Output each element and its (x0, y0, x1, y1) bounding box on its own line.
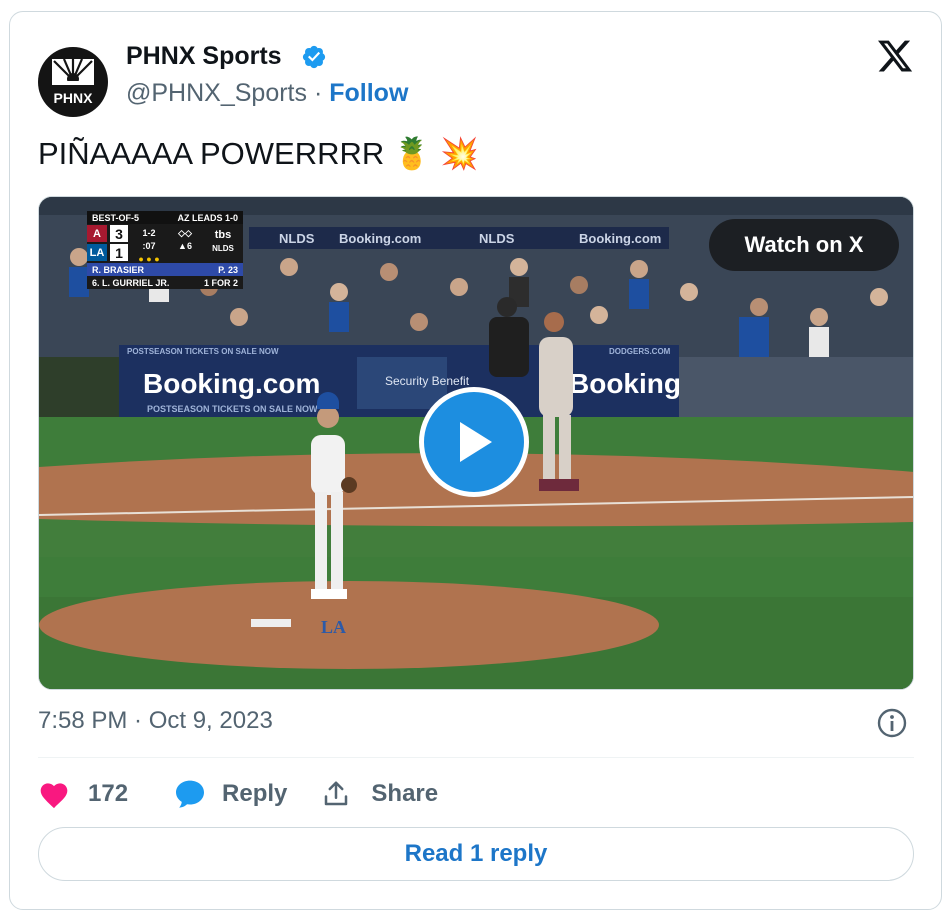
info-icon[interactable] (876, 707, 908, 739)
x-logo-icon[interactable] (876, 37, 914, 75)
reply-button[interactable]: Reply (174, 779, 287, 809)
away-score: 3 (110, 225, 128, 242)
scorebug-clock: :07 (142, 241, 156, 251)
play-icon (460, 422, 492, 462)
heart-icon (40, 783, 68, 809)
wall-ad: Booking.com (143, 368, 320, 399)
author-avatar[interactable]: PHNX (38, 47, 108, 117)
action-bar: 172 Reply Share (38, 774, 438, 814)
share-label: Share (371, 780, 439, 807)
scorebug-inning: ▲6 (178, 241, 192, 251)
scorebug-batter-stat: 1 FOR 2 (203, 277, 238, 288)
network-logo: tbs (214, 229, 232, 241)
scorebug-series: BEST-OF-5 (92, 212, 140, 223)
scorebug: BEST-OF-5 AZ LEADS 1-0 A 3 LA 1 1-2 :07 (87, 211, 243, 289)
divider (38, 757, 914, 758)
banner-top-4: Booking.com (579, 231, 661, 246)
bases-icon: ◇◇ (178, 228, 192, 238)
home-score: 1 (110, 244, 128, 261)
author-handle[interactable]: @PHNX_Sports (126, 79, 307, 107)
scorebug-series-status: AZ LEADS 1-0 (177, 212, 238, 223)
follow-button[interactable]: Follow (329, 79, 408, 107)
scorebug-pitch-count: P. 23 (218, 264, 238, 275)
read-replies-button[interactable]: Read 1 reply (38, 827, 914, 881)
scorebug-pitcher: R. BRASIER (92, 264, 145, 275)
reply-label: Reply (222, 780, 288, 807)
share-icon (325, 781, 348, 806)
pitching-rubber (251, 619, 291, 627)
tweet-timestamp[interactable]: 7:58 PM · Oct 9, 2023 (38, 707, 273, 735)
wall-ad-sub: POSTSEASON TICKETS ON SALE NOW (147, 404, 318, 414)
phnx-logo-icon: PHNX (52, 58, 94, 106)
scorebug-count: 1-2 (142, 228, 156, 238)
share-button[interactable]: Share (321, 779, 438, 809)
handle-separator: · (313, 79, 323, 107)
play-button[interactable] (419, 387, 529, 497)
like-button[interactable]: 172 (38, 779, 128, 809)
banner-top-1: NLDS (279, 231, 315, 246)
verified-badge-icon (302, 45, 326, 69)
dodgers-logo-icon: LA (87, 244, 107, 261)
sponsor-ad: Security Benefit (385, 374, 470, 388)
video-media[interactable]: NLDS Booking.com NLDS Booking.com POSTSE… (38, 196, 914, 690)
avatar-text: PHNX (54, 90, 94, 106)
mound-logo: LA (321, 617, 346, 637)
banner-top-3: NLDS (479, 231, 515, 246)
reply-bubble-icon (176, 780, 205, 808)
like-count: 172 (88, 780, 129, 807)
author-handle-row: @PHNX_Sports · Follow (126, 79, 408, 108)
tweet-card: PHNX PHNX Sports @PHNX_Sports · Follow P… (9, 11, 942, 910)
wall-ad-top: POSTSEASON TICKETS ON SALE NOW (127, 347, 279, 356)
dbacks-logo-icon: A (87, 225, 107, 242)
author-name[interactable]: PHNX Sports (126, 42, 282, 71)
network-sub: NLDS (212, 244, 234, 253)
watch-on-x-button[interactable]: Watch on X (709, 219, 899, 271)
dodgers-url: DODGERS.COM (609, 347, 671, 356)
tweet-text: PIÑAAAAA POWERRRR 🍍 💥 (38, 136, 479, 171)
scorebug-batter: 6. L. GURRIEL JR. (92, 277, 170, 288)
banner-top-2: Booking.com (339, 231, 421, 246)
